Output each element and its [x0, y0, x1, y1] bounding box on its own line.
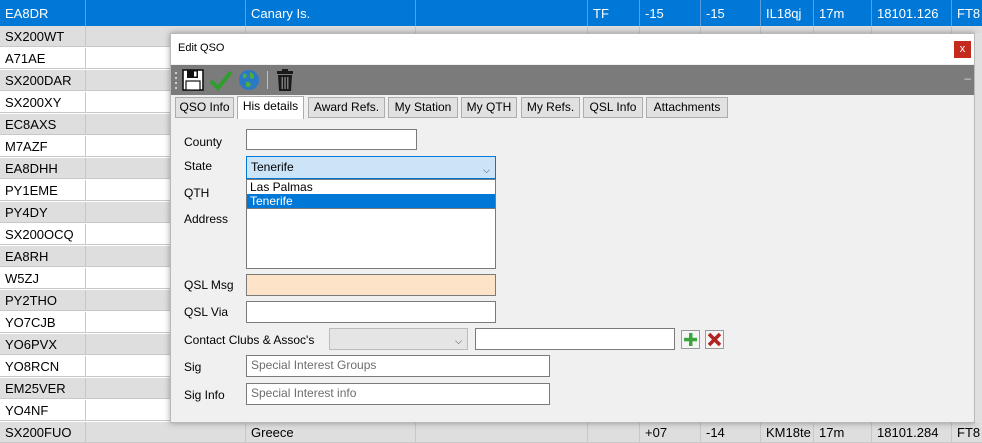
state-option-tenerife[interactable]: Tenerife — [247, 194, 495, 208]
state-dropdown-list: Las Palmas Tenerife — [246, 179, 496, 209]
table-cell: 18101.126 — [872, 0, 952, 27]
edit-qso-dialog: Edit QSO x – QSO Info His details Award … — [170, 33, 975, 423]
table-cell: EA8DR — [0, 0, 86, 27]
table-cell: KM18te — [761, 422, 814, 443]
table-cell: PY4DY — [0, 202, 86, 223]
table-cell: -14 — [701, 422, 761, 443]
table-cell: SX200DAR — [0, 70, 86, 91]
table-cell: IL18qj — [761, 0, 814, 27]
add-club-button[interactable] — [681, 330, 700, 349]
state-label: State — [184, 159, 213, 173]
county-input[interactable] — [246, 129, 417, 150]
table-cell — [86, 422, 246, 443]
table-cell: FT8 — [952, 422, 982, 443]
table-cell: EA8DHH — [0, 158, 86, 179]
table-cell: -15 — [640, 0, 701, 27]
table-cell: -15 — [701, 0, 761, 27]
qth-label: QTH — [184, 186, 210, 200]
dialog-titlebar[interactable]: Edit QSO x — [171, 34, 974, 64]
table-cell — [416, 422, 588, 443]
state-select[interactable]: Tenerife ⌵ — [246, 156, 496, 179]
table-cell: EM25VER — [0, 378, 86, 399]
dialog-toolbar: – — [171, 65, 974, 95]
tab-qso-info[interactable]: QSO Info — [175, 97, 234, 118]
table-cell: SX200WT — [0, 26, 86, 47]
address-textarea[interactable] — [246, 208, 496, 269]
sig-label: Sig — [184, 360, 202, 374]
sig-info-input[interactable]: Special Interest info — [246, 383, 550, 405]
table-cell: SX200OCQ — [0, 224, 86, 245]
table-cell: PY1EME — [0, 180, 86, 201]
close-button[interactable]: x — [954, 41, 971, 58]
dialog-title: Edit QSO — [178, 42, 225, 54]
table-cell: 17m — [814, 422, 872, 443]
county-label: County — [184, 135, 223, 149]
tab-my-station[interactable]: My Station — [388, 97, 458, 118]
delete-x-icon — [707, 332, 722, 347]
clubs-select[interactable]: ⌵ — [329, 328, 468, 350]
table-row[interactable]: SX200FUO Greece +07 -14 KM18te 17m 18101.284 FT… — [0, 422, 982, 443]
tab-his-details[interactable]: His details — [237, 96, 304, 119]
tab-my-refs[interactable]: My Refs. — [521, 97, 580, 118]
toolbar-grip-icon — [175, 72, 177, 89]
table-cell: M7AZF — [0, 136, 86, 157]
table-cell: EC8AXS — [0, 114, 86, 135]
table-cell — [416, 0, 588, 27]
qsl-via-label: QSL Via — [184, 305, 229, 319]
table-cell: FT8 — [952, 0, 982, 27]
qsl-msg-input[interactable] — [246, 274, 496, 296]
chevron-down-icon: ⌵ — [455, 336, 462, 346]
table-row[interactable]: EA8DR Canary Is. TF -15 -15 IL18qj 17m 18101.12… — [0, 0, 982, 27]
tab-award-refs[interactable]: Award Refs. — [308, 97, 385, 118]
remove-club-button[interactable] — [705, 330, 724, 349]
address-label: Address — [184, 212, 229, 226]
table-cell: TF — [588, 0, 640, 27]
table-cell — [86, 0, 246, 27]
table-cell: 17m — [814, 0, 872, 27]
grid-scrollbar[interactable] — [975, 33, 982, 423]
tab-qsl-info[interactable]: QSL Info — [583, 97, 643, 118]
table-cell: YO7CJB — [0, 312, 86, 333]
trash-icon[interactable] — [273, 68, 297, 92]
his-details-panel: County State Tenerife ⌵ QTH Address Las … — [175, 119, 970, 419]
table-cell: SX200FUO — [0, 422, 86, 443]
state-option-las-palmas[interactable]: Las Palmas — [247, 180, 495, 194]
tab-my-qth[interactable]: My QTH — [461, 97, 517, 118]
clubs-input[interactable] — [475, 328, 675, 350]
clubs-label: Contact Clubs & Assoc's — [184, 333, 315, 347]
table-cell: A71AE — [0, 48, 86, 69]
table-cell: SX200XY — [0, 92, 86, 113]
toolbar-separator — [267, 71, 268, 89]
check-icon[interactable] — [209, 68, 233, 92]
chevron-down-icon: ⌵ — [483, 165, 490, 175]
qsl-msg-label: QSL Msg — [184, 278, 234, 292]
table-cell: YO6PVX — [0, 334, 86, 355]
sig-input[interactable]: Special Interest Groups — [246, 355, 550, 377]
tab-attachments[interactable]: Attachments — [646, 97, 728, 118]
table-cell: PY2THO — [0, 290, 86, 311]
save-icon[interactable] — [181, 68, 205, 92]
table-cell: YO8RCN — [0, 356, 86, 377]
state-selected-value: Tenerife — [251, 160, 294, 174]
table-cell — [588, 422, 640, 443]
table-cell: Greece — [246, 422, 416, 443]
table-cell: W5ZJ — [0, 268, 86, 289]
table-cell: +07 — [640, 422, 701, 443]
plus-icon — [684, 333, 697, 346]
qsl-via-input[interactable] — [246, 301, 496, 323]
table-cell: 18101.284 — [872, 422, 952, 443]
table-cell: Canary Is. — [246, 0, 416, 27]
sig-info-label: Sig Info — [184, 388, 225, 402]
table-cell: YO4NF — [0, 400, 86, 421]
table-cell: EA8RH — [0, 246, 86, 267]
globe-icon[interactable] — [237, 68, 261, 92]
toolbar-overflow[interactable]: – — [964, 71, 971, 85]
